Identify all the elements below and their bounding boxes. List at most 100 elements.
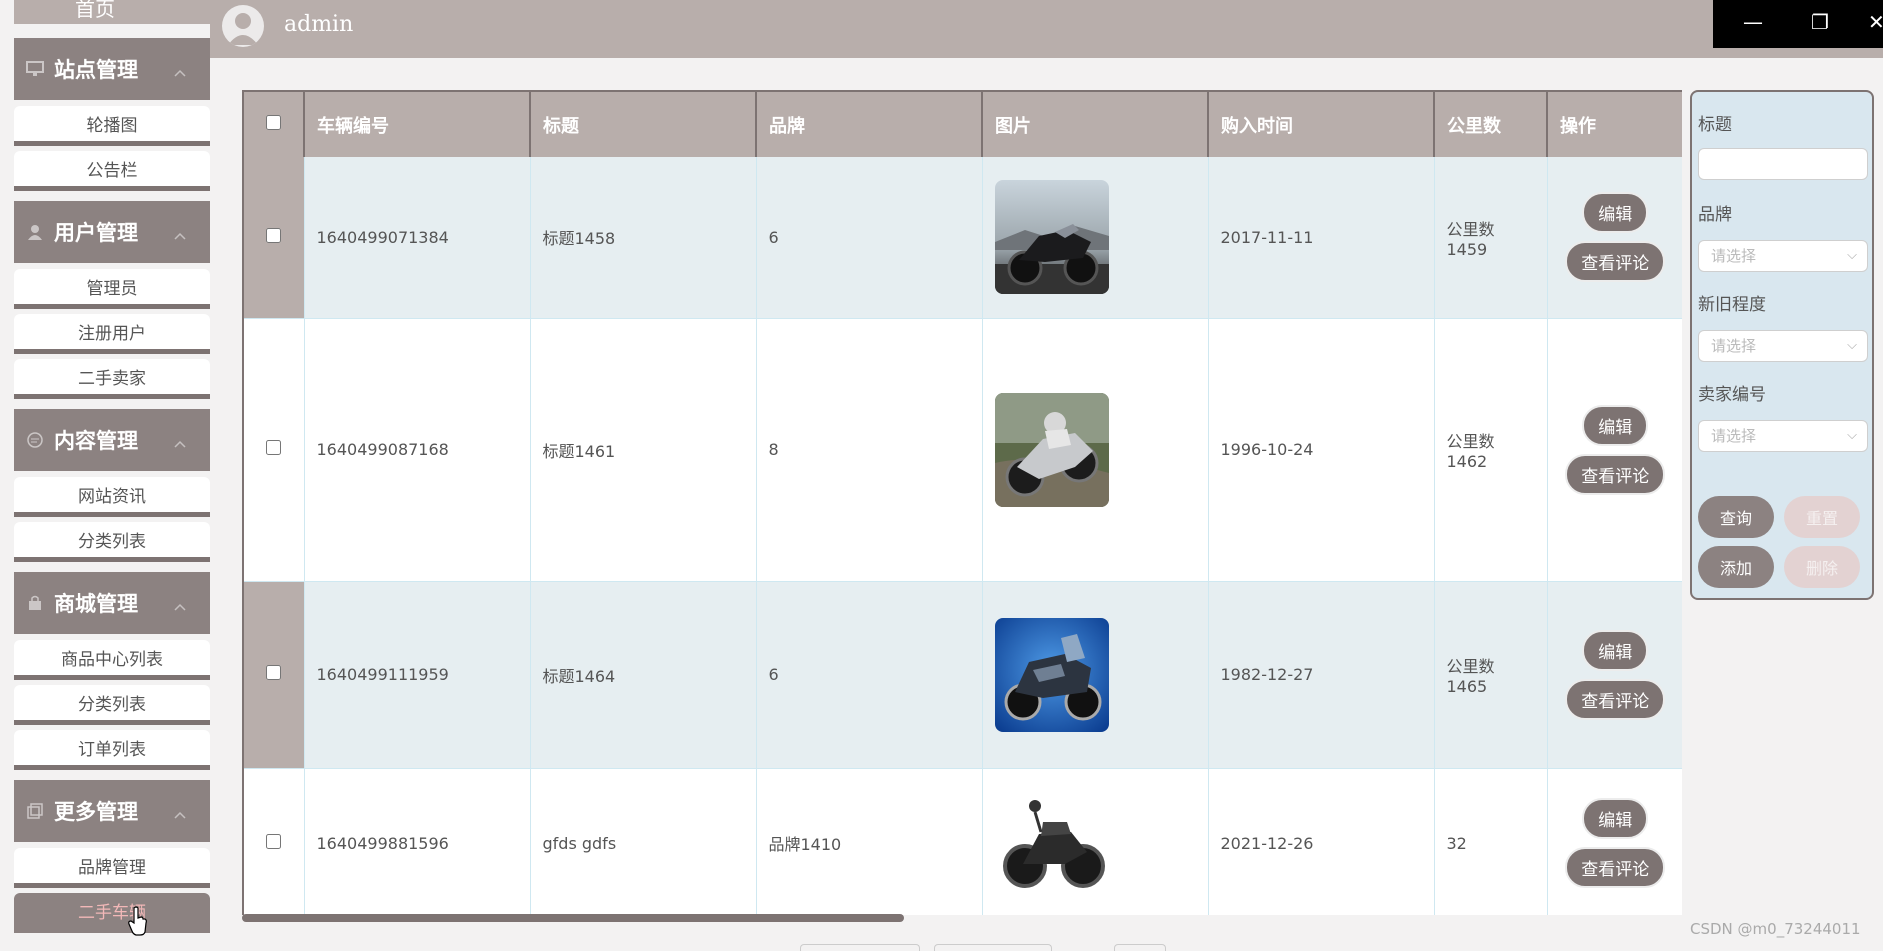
motorcycle-image-icon (994, 617, 1109, 732)
sidebar-item-registered-users[interactable]: 注册用户 (14, 314, 210, 354)
user-avatar-icon (228, 13, 258, 45)
chevron-up-icon (174, 225, 186, 244)
user-icon (26, 223, 44, 241)
sidebar-item-products[interactable]: 商品中心列表 (14, 640, 210, 680)
query-button[interactable]: 查询 (1698, 496, 1774, 538)
cell-brand: 8 (755, 318, 982, 582)
row-checkbox[interactable] (266, 665, 282, 680)
sidebar-item-admins[interactable]: 管理员 (14, 269, 210, 309)
row-checkbox[interactable] (266, 833, 282, 849)
edit-button[interactable]: 编辑 (1582, 629, 1649, 671)
vehicle-thumbnail[interactable] (994, 786, 1109, 900)
motorcycle-image-icon (994, 180, 1109, 295)
sidebar-group-label: 更多管理 (54, 800, 138, 824)
cell-actions: 编辑 查看评论 (1546, 581, 1682, 769)
cell-actions: 编辑 查看评论 (1546, 318, 1682, 582)
cell-title: 标题1464 (529, 581, 756, 769)
row-checkbox[interactable] (266, 227, 282, 243)
row-select-cell (242, 768, 304, 915)
table-row: 1640499071384 标题1458 6 2017-11-11 公里数145… (242, 157, 1682, 319)
cell-mileage: 公里数1465 (1433, 581, 1547, 769)
vehicle-thumbnail[interactable] (994, 392, 1109, 507)
add-button[interactable]: 添加 (1698, 546, 1774, 588)
sidebar-group-site[interactable]: 站点管理 (14, 38, 210, 100)
edit-button[interactable]: 编辑 (1582, 192, 1649, 234)
cell-id: 1640499881596 (303, 768, 530, 915)
column-header-purchase-date[interactable]: 购入时间 (1207, 90, 1434, 157)
cell-title: 标题1461 (529, 318, 756, 582)
horizontal-scrollbar[interactable] (242, 914, 904, 922)
table-row: 1640499881596 gfds gdfs 品牌1410 2021-12-2… (242, 768, 1682, 915)
chat-icon (26, 431, 44, 449)
vehicle-table: 车辆编号 标题 品牌 图片 购入时间 公里数 操作 1640499071384 … (242, 90, 1682, 915)
chevron-up-icon (174, 62, 186, 81)
sidebar-group-shop[interactable]: 商城管理 (14, 572, 210, 634)
filter-brand-label: 品牌 (1698, 205, 1732, 225)
monitor-icon (26, 60, 44, 78)
seller-select[interactable]: 请选择 ⌵ (1698, 420, 1868, 452)
edit-button[interactable]: 编辑 (1582, 404, 1649, 446)
sidebar-item-carousel[interactable]: 轮播图 (14, 106, 210, 146)
view-comments-button[interactable]: 查看评论 (1565, 453, 1666, 495)
minimize-icon[interactable]: — (1743, 12, 1763, 32)
view-comments-button[interactable]: 查看评论 (1565, 847, 1666, 888)
select-all-cell (242, 90, 304, 157)
cell-mileage: 32 (1433, 768, 1547, 915)
cell-id: 1640499111959 (303, 581, 530, 769)
chevron-up-icon (174, 804, 186, 823)
row-select-cell (242, 157, 304, 319)
avatar[interactable] (222, 5, 264, 47)
window-controls: — ❐ ✕ (1713, 0, 1883, 48)
motorcycle-image-icon (994, 786, 1109, 900)
title-search-input[interactable] (1698, 148, 1868, 180)
view-comments-button[interactable]: 查看评论 (1565, 241, 1666, 283)
vehicle-thumbnail[interactable] (994, 180, 1109, 295)
brand-select-placeholder: 请选择 (1711, 247, 1757, 265)
vehicle-table-container: 车辆编号 标题 品牌 图片 购入时间 公里数 操作 1640499071384 … (242, 90, 1682, 915)
cell-purchase-date: 2021-12-26 (1207, 768, 1434, 915)
column-header-brand[interactable]: 品牌 (755, 90, 982, 157)
sidebar-item-shop-categories[interactable]: 分类列表 (14, 685, 210, 725)
sidebar-item-orders[interactable]: 订单列表 (14, 730, 210, 770)
sidebar-group-label: 用户管理 (54, 221, 138, 245)
select-all-checkbox[interactable] (266, 115, 281, 130)
delete-button[interactable]: 删除 (1784, 546, 1860, 588)
sidebar-item-news[interactable]: 网站资讯 (14, 477, 210, 517)
sidebar-group-content[interactable]: 内容管理 (14, 409, 210, 471)
cell-image (981, 318, 1208, 582)
sidebar-item-brands[interactable]: 品牌管理 (14, 848, 210, 888)
cell-id: 1640499071384 (303, 157, 530, 319)
edit-button[interactable]: 编辑 (1582, 798, 1649, 839)
sidebar-item-notice[interactable]: 公告栏 (14, 151, 210, 191)
restore-icon[interactable]: ❐ (1811, 12, 1829, 32)
vehicle-thumbnail[interactable] (994, 617, 1109, 732)
condition-select[interactable]: 请选择 ⌵ (1698, 330, 1868, 362)
cell-image (981, 581, 1208, 769)
watermark-text: CSDN @m0_73244011 (1690, 920, 1861, 938)
row-checkbox[interactable] (266, 440, 282, 455)
close-icon[interactable]: ✕ (1868, 12, 1883, 32)
column-header-mileage[interactable]: 公里数 (1433, 90, 1547, 157)
sidebar-group-more[interactable]: 更多管理 (14, 780, 210, 842)
sidebar-item-categories[interactable]: 分类列表 (14, 522, 210, 562)
cell-image (981, 768, 1208, 915)
cell-id: 1640499087168 (303, 318, 530, 582)
table-row: 1640499087168 标题1461 8 1996-10-24 公里数146… (242, 318, 1682, 582)
cell-brand: 6 (755, 581, 982, 769)
table-header-row: 车辆编号 标题 品牌 图片 购入时间 公里数 操作 (242, 90, 1682, 157)
cell-purchase-date: 1982-12-27 (1207, 581, 1434, 769)
column-header-image[interactable]: 图片 (981, 90, 1208, 157)
cell-purchase-date: 1996-10-24 (1207, 318, 1434, 582)
sidebar-item-used-vehicles[interactable]: 二手车辆 (14, 893, 210, 933)
column-header-id[interactable]: 车辆编号 (303, 90, 530, 157)
chevron-up-icon (174, 596, 186, 615)
reset-button[interactable]: 重置 (1784, 496, 1860, 538)
sidebar-item-home[interactable]: 首页 (14, 0, 210, 24)
column-header-title[interactable]: 标题 (529, 90, 756, 157)
sidebar-group-users[interactable]: 用户管理 (14, 201, 210, 263)
view-comments-button[interactable]: 查看评论 (1565, 678, 1666, 720)
sidebar-item-sellers[interactable]: 二手卖家 (14, 359, 210, 399)
row-select-cell (242, 581, 304, 769)
chevron-down-icon: ⌵ (1847, 338, 1857, 353)
brand-select[interactable]: 请选择 ⌵ (1698, 240, 1868, 272)
